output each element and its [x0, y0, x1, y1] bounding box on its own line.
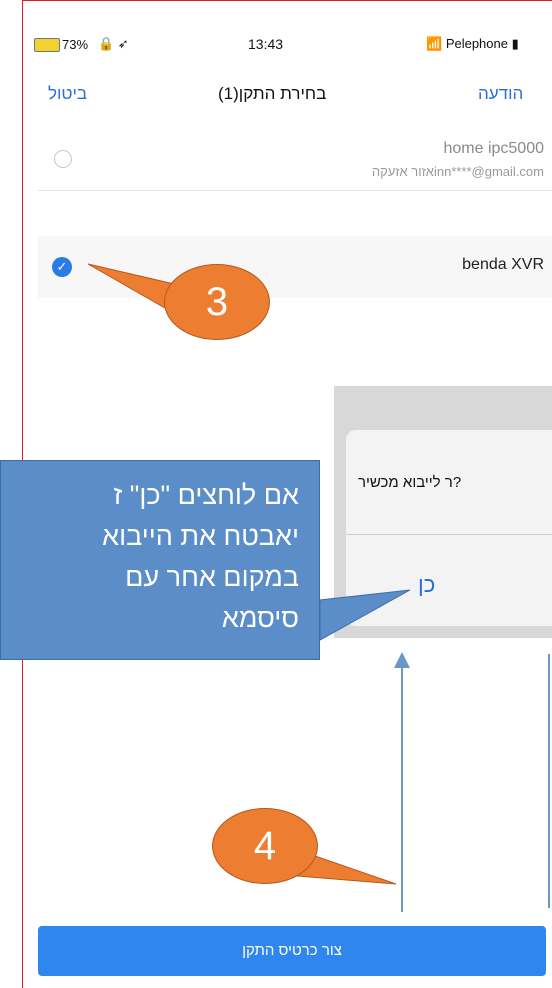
import-dialog: ר לייבוא מכשיר? כן: [346, 430, 552, 626]
clock: 13:43: [248, 36, 284, 52]
page-title: בחירת התקן(1): [218, 84, 327, 103]
explanation-callout: אם לוחצים "כן" ז יאבטח את הייבוא במקום א…: [0, 460, 320, 660]
device-name: home ipc5000: [443, 140, 544, 157]
status-bar: 73% 🔒 ➶ 13:43 📶 Pelephone ▮: [0, 34, 552, 60]
create-device-card-button[interactable]: צור כרטיס התקן: [38, 926, 546, 976]
carrier: 📶 Pelephone ▮: [426, 36, 519, 51]
carrier-name: Pelephone: [445, 36, 508, 51]
device-row-benda-xvr[interactable]: ✓ benda XVR: [38, 236, 552, 298]
nav-bar: ביטול בחירת התקן(1) הודעה: [0, 80, 552, 114]
status-icons: 🔒 ➶: [98, 36, 129, 51]
battery-icon: [34, 38, 60, 52]
callout-text: אם לוחצים "כן" ז יאבטח את הייבוא במקום א…: [102, 480, 299, 633]
radio-checked-icon[interactable]: ✓: [52, 257, 72, 277]
cancel-button[interactable]: ביטול: [48, 84, 87, 104]
device-subtitle: אזור אזעקהinn****@gmail.com: [371, 164, 544, 179]
dialog-question: ר לייבוא מכשיר?: [358, 474, 462, 491]
device-name: benda XVR: [462, 256, 544, 273]
radio-unchecked-icon[interactable]: [54, 150, 72, 168]
battery-percent: 73%: [62, 37, 89, 52]
dialog-divider: [346, 534, 552, 535]
step-badge-4: 4: [212, 808, 318, 884]
step-badge-3: 3: [164, 264, 270, 340]
wifi-icon: 📶: [426, 36, 446, 51]
device-row-home-ipc[interactable]: home ipc5000 אזור אזעקהinn****@gmail.com: [38, 128, 552, 191]
notify-button[interactable]: הודעה: [478, 84, 523, 104]
dialog-yes-button[interactable]: כן: [418, 572, 435, 598]
